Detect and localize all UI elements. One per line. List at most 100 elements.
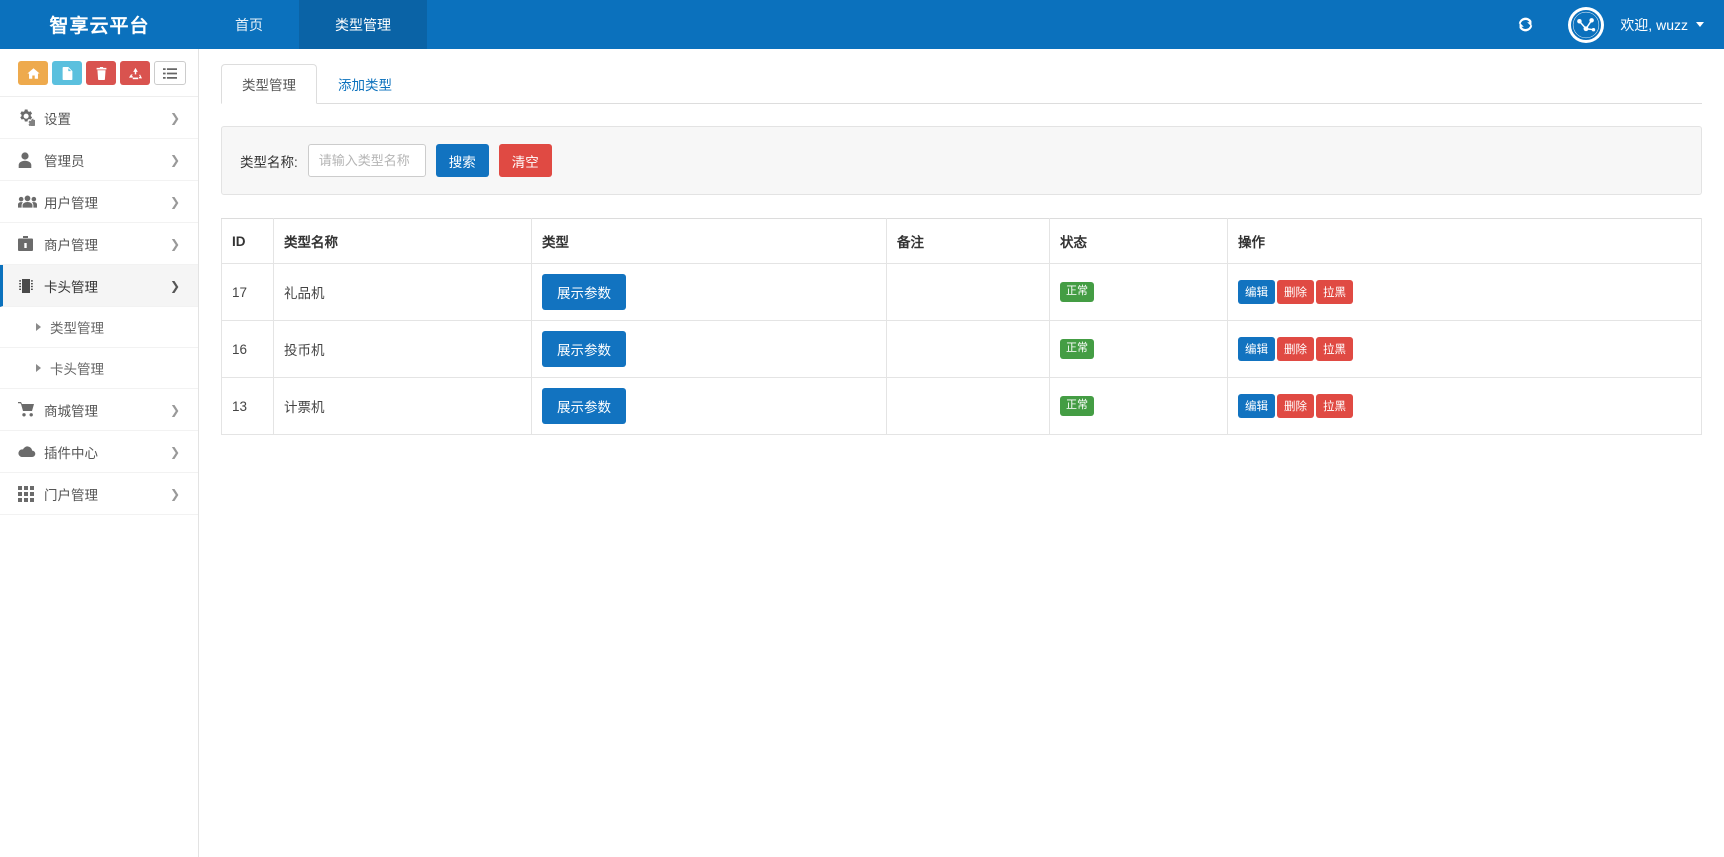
sidebar-item-label: 管理员	[44, 153, 85, 169]
search-button[interactable]: 搜索	[435, 144, 489, 177]
cell-name: 礼品机	[273, 263, 532, 321]
sidebar-subitem-label: 卡头管理	[50, 362, 104, 377]
sidebar-item-settings[interactable]: 设置 ❯	[0, 97, 198, 139]
column-header-name: 类型名称	[273, 218, 532, 264]
cart-icon	[18, 402, 44, 417]
nav-item-home[interactable]: 首页	[199, 0, 299, 49]
table-body: 17 礼品机 展示参数 正常 编辑 删除 拉黑 16 投币机 展示参数 正常 编…	[221, 263, 1702, 435]
cell-type: 展示参数	[531, 377, 887, 435]
blacklist-button[interactable]: 拉黑	[1316, 394, 1353, 418]
table-row: 17 礼品机 展示参数 正常 编辑 删除 拉黑	[221, 263, 1702, 321]
cell-id: 17	[221, 263, 274, 321]
show-parameters-button[interactable]: 展示参数	[542, 388, 626, 424]
sidebar-item-merchant-management[interactable]: 商户管理 ❯	[0, 223, 198, 265]
blacklist-button[interactable]: 拉黑	[1316, 280, 1353, 304]
cell-status: 正常	[1049, 377, 1228, 435]
sidebar: 设置 ❯ 管理员 ❯ 用户管理 ❯ 商户管理 ❯ 卡头管理 ❯ 类型管理 卡头管…	[0, 49, 199, 857]
sidebar-subitem-label: 类型管理	[50, 321, 104, 336]
trash-icon[interactable]	[86, 61, 116, 85]
search-label: 类型名称:	[240, 154, 298, 170]
chevron-right-icon: ❯	[169, 110, 180, 125]
sidebar-item-portal-management[interactable]: 门户管理 ❯	[0, 473, 198, 515]
sidebar-item-card-head-management[interactable]: 卡头管理 ❯	[0, 265, 198, 307]
cell-operations: 编辑 删除 拉黑	[1227, 263, 1702, 321]
edit-button[interactable]: 编辑	[1238, 280, 1275, 304]
sidebar-item-user-management[interactable]: 用户管理 ❯	[0, 181, 198, 223]
welcome-text: 欢迎, wuzz	[1620, 16, 1688, 33]
cell-status: 正常	[1049, 263, 1228, 321]
show-parameters-button[interactable]: 展示参数	[542, 331, 626, 367]
nav-item-type-management[interactable]: 类型管理	[299, 0, 427, 49]
cell-remark	[886, 320, 1050, 378]
cell-id: 16	[221, 320, 274, 378]
sidebar-item-mall-management[interactable]: 商城管理 ❯	[0, 389, 198, 431]
cell-name: 投币机	[273, 320, 532, 378]
chevron-down-icon	[1696, 22, 1704, 27]
table-row: 16 投币机 展示参数 正常 编辑 删除 拉黑	[221, 320, 1702, 378]
top-navbar: 智享云平台 首页 类型管理 欢迎, wuzz	[0, 0, 1724, 49]
tab-add-type[interactable]: 添加类型	[317, 64, 413, 104]
chip-icon	[18, 278, 44, 294]
page-layout: 设置 ❯ 管理员 ❯ 用户管理 ❯ 商户管理 ❯ 卡头管理 ❯ 类型管理 卡头管…	[0, 49, 1724, 857]
search-input[interactable]	[307, 144, 426, 177]
cell-operations: 编辑 删除 拉黑	[1227, 320, 1702, 378]
cell-id: 13	[221, 377, 274, 435]
chevron-right-icon: ❯	[169, 486, 180, 501]
sidebar-item-label: 商户管理	[44, 237, 98, 253]
sidebar-toolbar	[0, 49, 198, 97]
table-row: 13 计票机 展示参数 正常 编辑 删除 拉黑	[221, 377, 1702, 435]
column-header-status: 状态	[1049, 218, 1228, 264]
sidebar-item-label: 商城管理	[44, 403, 98, 419]
user-menu[interactable]: 欢迎, wuzz	[1620, 15, 1704, 35]
caret-right-icon	[36, 323, 41, 331]
status-badge: 正常	[1060, 282, 1094, 302]
edit-button[interactable]: 编辑	[1238, 394, 1275, 418]
sidebar-subitem-type-management[interactable]: 类型管理	[0, 307, 198, 348]
sidebar-item-admin[interactable]: 管理员 ❯	[0, 139, 198, 181]
delete-button[interactable]: 删除	[1277, 394, 1314, 418]
column-header-remark: 备注	[886, 218, 1050, 264]
cell-type: 展示参数	[531, 320, 887, 378]
chevron-right-icon: ❯	[169, 278, 180, 293]
chevron-right-icon: ❯	[169, 194, 180, 209]
delete-button[interactable]: 删除	[1277, 280, 1314, 304]
recycle-icon[interactable]	[120, 61, 150, 85]
cell-remark	[886, 377, 1050, 435]
sidebar-subitem-card-head-management[interactable]: 卡头管理	[0, 348, 198, 389]
tab-type-management[interactable]: 类型管理	[221, 64, 317, 104]
refresh-icon[interactable]	[1517, 16, 1534, 33]
file-icon[interactable]	[52, 61, 82, 85]
avatar[interactable]	[1568, 6, 1605, 43]
caret-right-icon	[36, 364, 41, 372]
list-icon[interactable]	[154, 61, 186, 85]
edit-button[interactable]: 编辑	[1238, 337, 1275, 361]
status-badge: 正常	[1060, 339, 1094, 359]
home-icon[interactable]	[18, 61, 48, 85]
chevron-right-icon: ❯	[169, 236, 180, 251]
briefcase-icon	[18, 235, 44, 252]
cell-remark	[886, 263, 1050, 321]
clear-button[interactable]: 清空	[498, 144, 552, 177]
gears-icon	[18, 109, 44, 126]
sidebar-item-plugin-center[interactable]: 插件中心 ❯	[0, 431, 198, 473]
chevron-right-icon: ❯	[169, 152, 180, 167]
main-content: 类型管理 添加类型 类型名称: 搜索 清空 ID 类型名称 类型 备注 状态 操…	[199, 49, 1724, 857]
blacklist-button[interactable]: 拉黑	[1316, 337, 1353, 361]
sidebar-item-label: 卡头管理	[44, 279, 98, 295]
app-brand: 智享云平台	[49, 16, 150, 37]
show-parameters-button[interactable]: 展示参数	[542, 274, 626, 310]
chevron-right-icon: ❯	[169, 444, 180, 459]
type-table: ID 类型名称 类型 备注 状态 操作 17 礼品机 展示参数 正常 编辑 删除…	[221, 218, 1702, 435]
cell-name: 计票机	[273, 377, 532, 435]
sidebar-item-label: 设置	[44, 111, 71, 127]
table-header-row: ID 类型名称 类型 备注 状态 操作	[221, 218, 1702, 264]
sidebar-item-label: 门户管理	[44, 487, 98, 503]
column-header-type: 类型	[531, 218, 887, 264]
chevron-right-icon: ❯	[169, 402, 180, 417]
content-tabs: 类型管理 添加类型	[221, 64, 1702, 104]
grid-icon	[18, 485, 44, 502]
table-head: ID 类型名称 类型 备注 状态 操作	[221, 218, 1702, 264]
delete-button[interactable]: 删除	[1277, 337, 1314, 361]
sidebar-item-label: 用户管理	[44, 195, 98, 211]
nav-links: 首页 类型管理	[199, 0, 427, 49]
